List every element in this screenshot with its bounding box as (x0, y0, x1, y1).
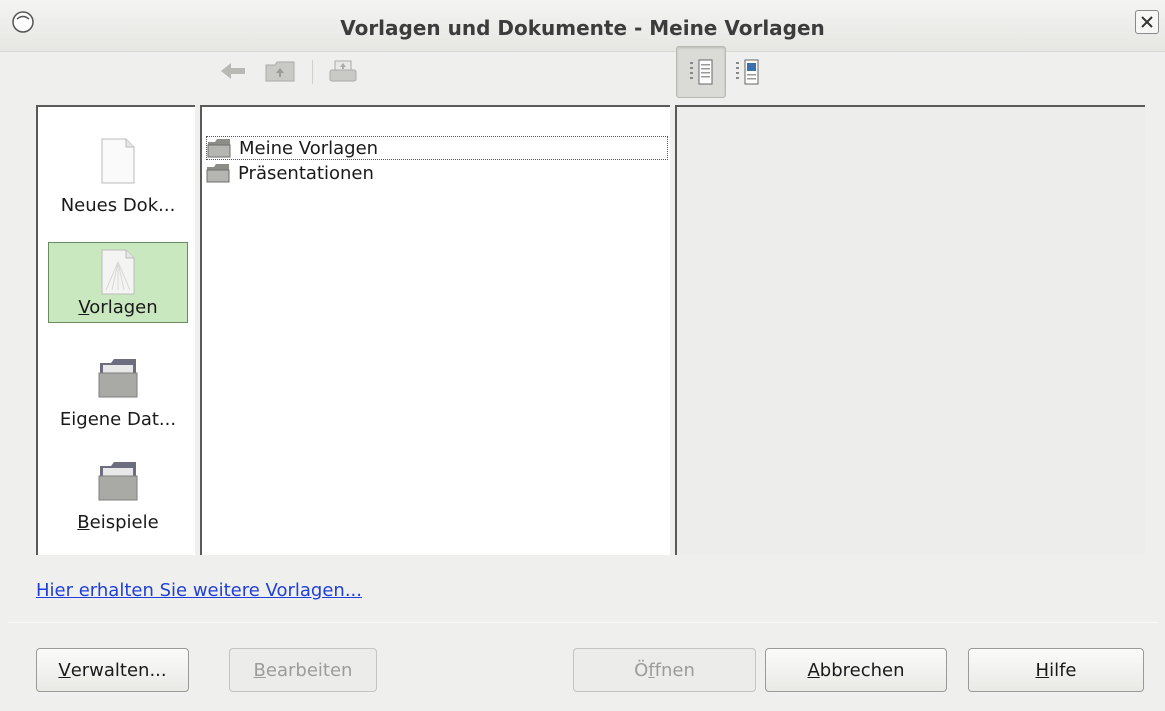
document-properties-view-icon (690, 59, 713, 85)
cancel-button[interactable]: Abbrechen (765, 648, 947, 692)
close-icon (1141, 16, 1153, 28)
category-label: Vorlagen (78, 297, 158, 318)
title-bar: Vorlagen und Dokumente - Meine Vorlagen (0, 0, 1165, 52)
category-label: Eigene Dat... (59, 409, 177, 430)
folder-icon (206, 164, 230, 183)
list-item[interactable]: Präsentationen (206, 161, 668, 185)
folder-list: Meine Vorlagen Präsentationen (200, 105, 670, 555)
folder-up-icon (265, 61, 295, 82)
folder-icon (207, 139, 231, 158)
print-button[interactable] (326, 56, 360, 86)
folder-up-button[interactable] (263, 56, 297, 86)
help-button[interactable]: Hilfe (968, 648, 1144, 692)
category-new-document[interactable]: Neues Dok... (48, 137, 188, 217)
new-document-icon (101, 138, 135, 184)
manage-button[interactable]: Verwalten... (36, 648, 189, 692)
back-button[interactable] (218, 56, 248, 86)
category-panel: Neues Dok... Vorlagen Eigene Dat... Beis… (36, 105, 195, 555)
print-icon (329, 60, 357, 82)
templates-icon (101, 249, 135, 295)
folder-label: Meine Vorlagen (239, 137, 379, 159)
category-my-documents[interactable]: Eigene Dat... (48, 357, 188, 437)
edit-button[interactable]: Bearbeiten (229, 648, 377, 692)
toolbar-separator (312, 60, 313, 84)
window-title: Vorlagen und Dokumente - Meine Vorlagen (340, 16, 825, 40)
category-templates[interactable]: Vorlagen (48, 242, 188, 323)
document-properties-view-button[interactable] (676, 46, 726, 98)
more-templates-link[interactable]: Hier erhalten Sie weitere Vorlagen... (36, 580, 362, 601)
folder-label: Präsentationen (238, 162, 374, 184)
list-item[interactable]: Meine Vorlagen (206, 136, 668, 160)
document-preview-view-button[interactable] (732, 46, 762, 98)
divider (8, 622, 1158, 623)
category-samples[interactable]: Beispiele (48, 460, 188, 540)
my-documents-folder-icon (98, 359, 138, 398)
samples-folder-icon (98, 462, 138, 501)
document-preview-view-icon (736, 59, 759, 85)
category-label: Beispiele (77, 512, 159, 533)
close-button[interactable] (1135, 10, 1159, 34)
back-arrow-icon (221, 63, 245, 79)
open-button[interactable]: Öf fnen (573, 648, 756, 692)
category-label: Neues Dok... (60, 195, 176, 216)
preview-panel (675, 105, 1145, 555)
